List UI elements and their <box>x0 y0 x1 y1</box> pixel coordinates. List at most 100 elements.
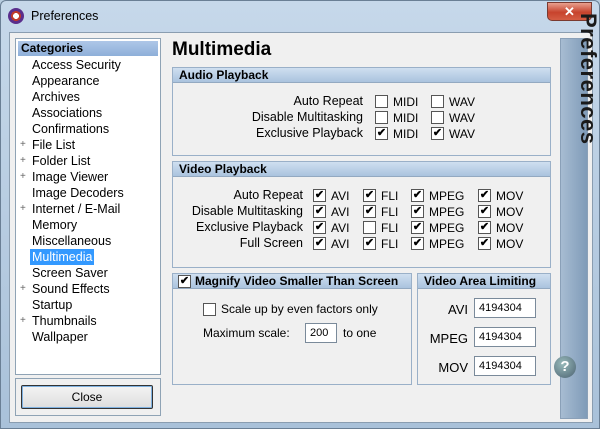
category-list: Categories Access Security Appearance Arch… <box>15 38 161 375</box>
video-checkbox[interactable]: ✔ <box>411 237 424 250</box>
category-item[interactable]: Thumbnails <box>32 313 97 329</box>
video-row-label: Full Screen <box>239 236 303 250</box>
expand-icon[interactable]: + <box>20 313 28 329</box>
check-icon: ✔ <box>479 237 490 249</box>
check-icon: ✔ <box>479 189 490 201</box>
category-item[interactable]: Image Decoders <box>32 185 124 201</box>
check-icon: ✔ <box>314 237 325 249</box>
check-icon: ✔ <box>412 237 423 249</box>
check-icon: ✔ <box>376 127 387 139</box>
category-item[interactable]: Startup <box>32 297 72 313</box>
check-icon: ✔ <box>412 189 423 201</box>
magnify-group: Magnify Video Smaller Than Screen ✔ Scal… <box>172 273 412 385</box>
check-icon: ✔ <box>412 205 423 217</box>
category-item[interactable]: Archives <box>32 89 80 105</box>
expand-icon[interactable]: + <box>20 169 28 185</box>
limit-label: MOV <box>438 360 468 375</box>
audio-column-label: MIDI <box>393 95 419 109</box>
check-icon: ✔ <box>364 189 375 201</box>
limit-label: AVI <box>448 302 468 317</box>
video-checkbox[interactable]: ✔ <box>411 189 424 202</box>
video-checkbox[interactable] <box>363 221 376 234</box>
category-item[interactable]: File List <box>32 137 75 153</box>
category-item[interactable]: Associations <box>32 105 102 121</box>
expand-icon[interactable]: + <box>20 137 28 153</box>
scale-even-checkbox[interactable] <box>203 303 216 316</box>
category-item[interactable]: Miscellaneous <box>32 233 111 249</box>
video-column-label: MOV <box>496 189 524 203</box>
categories-header: Categories <box>18 41 158 56</box>
video-column-label: AVI <box>331 221 350 235</box>
expand-icon[interactable]: + <box>20 281 28 297</box>
video-checkbox[interactable]: ✔ <box>478 205 491 218</box>
category-item[interactable]: Wallpaper <box>32 329 88 345</box>
category-item[interactable]: Confirmations <box>32 121 109 137</box>
title-bar[interactable]: Preferences ✕ <box>1 1 599 31</box>
preferences-banner-text: Preferences <box>576 13 600 145</box>
video-checkbox[interactable]: ✔ <box>313 221 326 234</box>
page-title: Multimedia <box>172 39 272 60</box>
video-row-label: Disable Multitasking <box>191 204 303 218</box>
expand-icon[interactable]: + <box>20 201 28 217</box>
check-icon: ✔ <box>364 237 375 249</box>
audio-checkbox[interactable] <box>375 111 388 124</box>
audio-column-label: MIDI <box>393 111 419 125</box>
video-column-label: FLI <box>381 237 399 251</box>
video-checkbox[interactable]: ✔ <box>363 189 376 202</box>
video-checkbox[interactable]: ✔ <box>313 205 326 218</box>
video-column-label: MPEG <box>429 189 465 203</box>
video-checkbox[interactable]: ✔ <box>313 189 326 202</box>
video-checkbox[interactable]: ✔ <box>411 205 424 218</box>
video-column-label: FLI <box>381 205 399 219</box>
audio-checkbox[interactable] <box>375 95 388 108</box>
category-item[interactable]: Screen Saver <box>32 265 108 281</box>
audio-column-label: WAV <box>449 111 475 125</box>
video-column-label: MOV <box>496 237 524 251</box>
expand-icon[interactable]: + <box>20 153 28 169</box>
category-item[interactable]: Memory <box>32 217 77 233</box>
audio-checkbox[interactable]: ✔ <box>375 127 388 140</box>
limit-input[interactable]: 4194304 <box>474 327 536 347</box>
audio-checkbox[interactable]: ✔ <box>431 127 444 140</box>
preferences-window: Preferences ✕ Categories Access Security… <box>0 0 600 429</box>
video-checkbox[interactable]: ✔ <box>313 237 326 250</box>
magnify-header: Magnify Video Smaller Than Screen <box>173 274 411 289</box>
audio-playback-group: Audio Playback Auto Repeat MIDI WAV Disable… <box>172 67 551 156</box>
category-item[interactable]: Sound Effects <box>32 281 110 297</box>
video-column-label: AVI <box>331 189 350 203</box>
video-column-label: MPEG <box>429 205 465 219</box>
window-title: Preferences <box>31 9 99 23</box>
category-item[interactable]: Image Viewer <box>32 169 108 185</box>
category-item[interactable]: Multimedia <box>30 249 95 265</box>
help-icon[interactable]: ? <box>554 356 576 378</box>
check-icon: ✔ <box>432 127 443 139</box>
video-checkbox[interactable]: ✔ <box>478 237 491 250</box>
video-row-label: Exclusive Playback <box>196 220 303 234</box>
limit-input[interactable]: 4194304 <box>474 298 536 318</box>
audio-checkbox[interactable] <box>431 111 444 124</box>
limit-input[interactable]: 4194304 <box>474 356 536 376</box>
magnify-checkbox[interactable]: ✔ <box>178 275 191 288</box>
video-checkbox[interactable]: ✔ <box>363 205 376 218</box>
category-item[interactable]: Appearance <box>32 73 99 89</box>
category-item[interactable]: Access Security <box>32 57 121 73</box>
video-column-label: AVI <box>331 205 350 219</box>
audio-playback-header: Audio Playback <box>173 68 550 83</box>
check-icon: ✔ <box>479 221 490 233</box>
video-checkbox[interactable]: ✔ <box>478 189 491 202</box>
max-scale-input[interactable]: 200 <box>305 323 337 343</box>
audio-checkbox[interactable] <box>431 95 444 108</box>
category-item[interactable]: Folder List <box>32 153 90 169</box>
video-column-label: MOV <box>496 205 524 219</box>
video-column-label: FLI <box>381 221 399 235</box>
video-checkbox[interactable]: ✔ <box>363 237 376 250</box>
check-icon: ✔ <box>314 221 325 233</box>
scale-even-label: Scale up by even factors only <box>221 302 378 316</box>
video-checkbox[interactable]: ✔ <box>478 221 491 234</box>
video-column-label: MPEG <box>429 221 465 235</box>
video-column-label: MOV <box>496 221 524 235</box>
category-item[interactable]: Internet / E-Mail <box>32 201 120 217</box>
video-checkbox[interactable]: ✔ <box>411 221 424 234</box>
video-column-label: MPEG <box>429 237 465 251</box>
close-button[interactable]: Close <box>21 385 153 409</box>
